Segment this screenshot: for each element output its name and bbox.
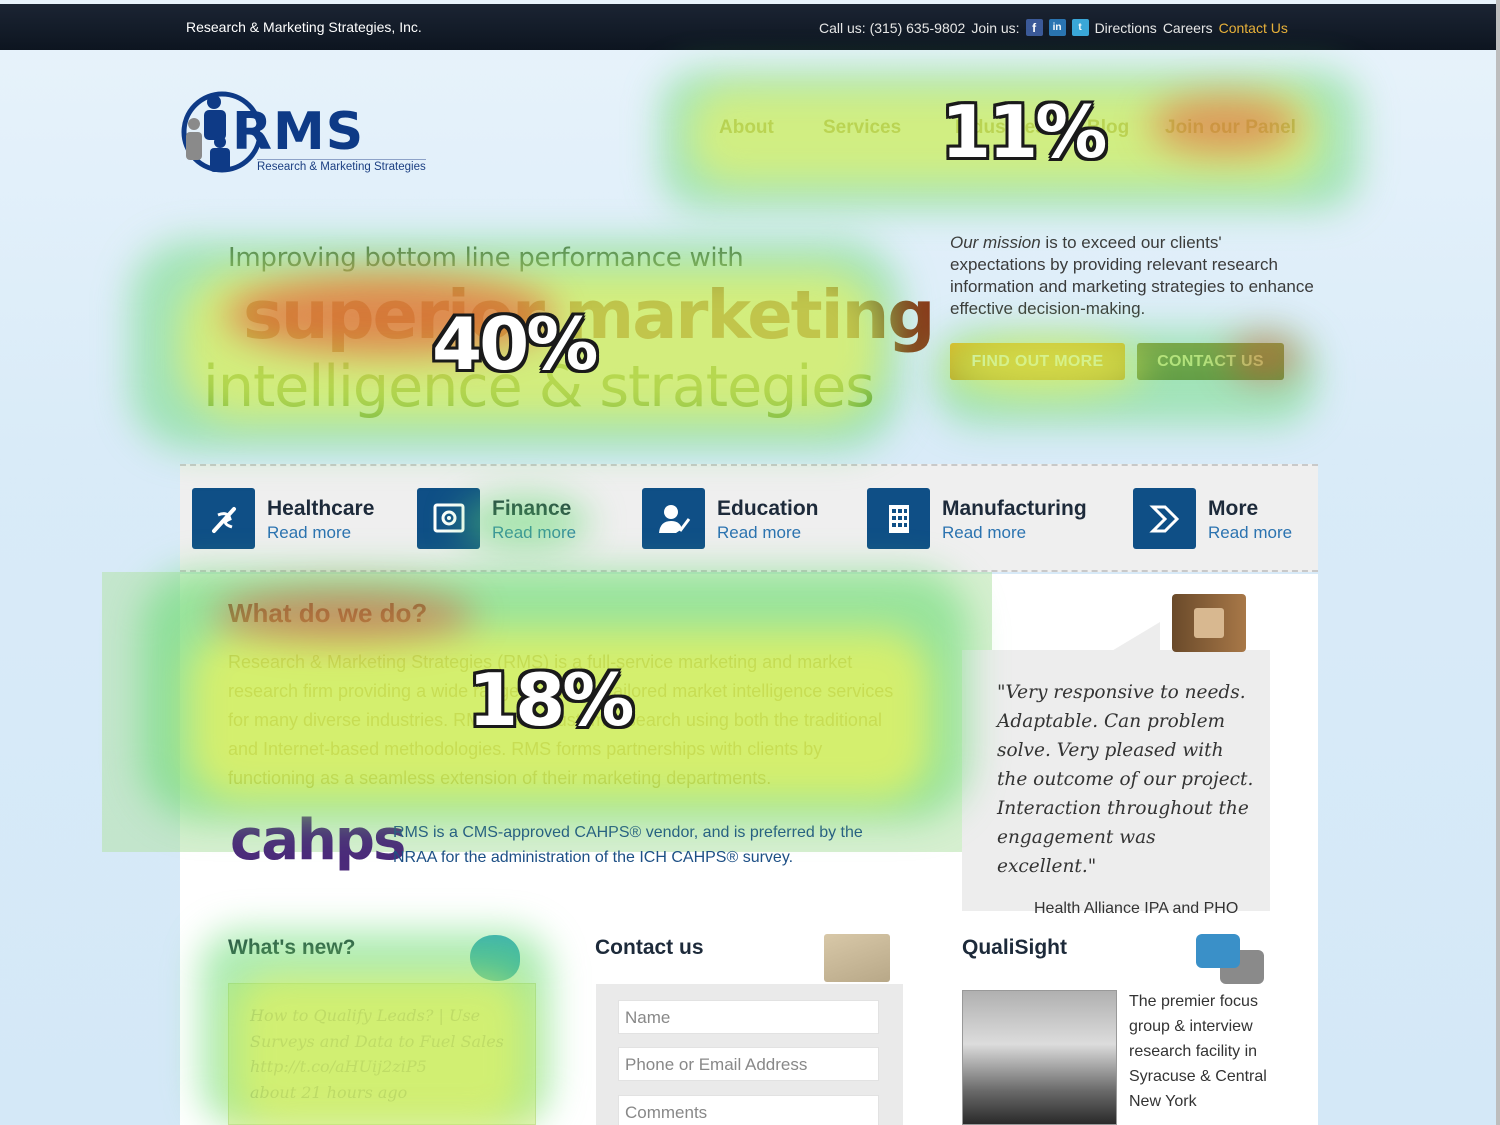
address-book-icon — [1172, 594, 1246, 652]
cahps-description: RMS is a CMS-approved CAHPS® vendor, and… — [393, 824, 863, 866]
testimonial-author: Health Alliance IPA and PHO — [1034, 900, 1239, 917]
find-out-more-button[interactable]: FIND OUT MORE — [950, 343, 1125, 380]
safe-icon — [417, 488, 480, 549]
top-bar: Research & Marketing Strategies, Inc. Ca… — [0, 4, 1496, 50]
contact-us-link[interactable]: Contact Us — [1219, 20, 1288, 36]
tweet[interactable]: How to Qualify Leads? | Use Surveys and … — [250, 1003, 520, 1105]
heatmap-about-percentage: 18% — [468, 658, 634, 742]
phone-email-field[interactable]: Phone or Email Address — [618, 1047, 879, 1081]
contact-title: Contact us — [595, 936, 704, 959]
building-icon — [867, 488, 930, 549]
tweet-time: about 21 hours ago — [250, 1082, 408, 1102]
twitter-bird-icon — [470, 935, 520, 981]
read-more-link[interactable]: Read more — [1208, 523, 1292, 543]
cahps-wordmark: cahps — [230, 808, 406, 873]
mission-lead: Our mission — [950, 233, 1041, 252]
linkedin-icon[interactable]: in — [1048, 19, 1066, 36]
speech-bubble-tail — [1110, 622, 1160, 652]
tweet-text[interactable]: How to Qualify Leads? | Use Surveys and … — [250, 1003, 520, 1080]
healthcare-icon — [192, 488, 255, 549]
category-title: Finance — [492, 497, 572, 520]
nav-join-panel[interactable]: Join our Panel — [1165, 117, 1296, 139]
logo-wordmark: RMS — [232, 102, 365, 162]
heatmap-nav-percentage: 11% — [941, 90, 1107, 174]
testimonial-quote: "Very responsive to needs. Adaptable. Ca… — [997, 682, 1254, 877]
scrollbar[interactable] — [1496, 0, 1500, 1125]
mission-statement: Our mission is to exceed our clients' ex… — [950, 232, 1315, 320]
whats-new-title: What's new? — [228, 936, 356, 959]
join-us-label: Join us: — [971, 19, 1020, 36]
logo-subtitle: Research & Marketing Strategies — [257, 159, 426, 173]
rms-logo[interactable]: RMS Research & Marketing Strategies — [180, 84, 435, 180]
heatmap-hero-percentage: 40% — [432, 302, 598, 386]
contact-us-button[interactable]: CONTACT US — [1137, 343, 1284, 380]
qualisight-title: QualiSight — [962, 936, 1067, 959]
arrow-icon — [1133, 488, 1196, 549]
student-icon — [642, 488, 705, 549]
read-more-link[interactable]: Read more — [942, 523, 1026, 543]
qualisight-description: The premier focus group & interview rese… — [1129, 993, 1267, 1110]
what-we-do-title: What do we do? — [228, 598, 428, 628]
read-more-link[interactable]: Read more — [717, 523, 801, 543]
top-bar-links: Call us: (315) 635-9802 Join us: f in t … — [819, 19, 1288, 36]
directions-link[interactable]: Directions — [1095, 20, 1157, 36]
read-more-link[interactable]: Read more — [492, 523, 576, 543]
facebook-icon[interactable]: f — [1025, 19, 1043, 36]
cahps-logo[interactable]: cahps — [230, 808, 406, 873]
category-title: Education — [717, 497, 819, 520]
twitter-icon[interactable]: t — [1071, 19, 1089, 36]
comments-field[interactable]: Comments — [618, 1095, 879, 1125]
chat-bubble-icon — [1196, 934, 1240, 968]
company-name: Research & Marketing Strategies, Inc. — [186, 19, 422, 35]
nav-about[interactable]: About — [719, 117, 774, 139]
category-title: Healthcare — [267, 497, 375, 520]
nav-services[interactable]: Services — [823, 117, 901, 139]
careers-link[interactable]: Careers — [1163, 20, 1213, 36]
category-title: Manufacturing — [942, 497, 1087, 520]
name-field[interactable]: Name — [618, 1000, 879, 1034]
focus-group-room-photo[interactable] — [962, 990, 1117, 1125]
call-us-text: Call us: (315) 635-9802 — [819, 19, 966, 36]
hero-tagline: Improving bottom line performance with — [228, 243, 744, 273]
envelope-icon — [824, 934, 890, 982]
read-more-link[interactable]: Read more — [267, 523, 351, 543]
category-title: More — [1208, 497, 1259, 520]
